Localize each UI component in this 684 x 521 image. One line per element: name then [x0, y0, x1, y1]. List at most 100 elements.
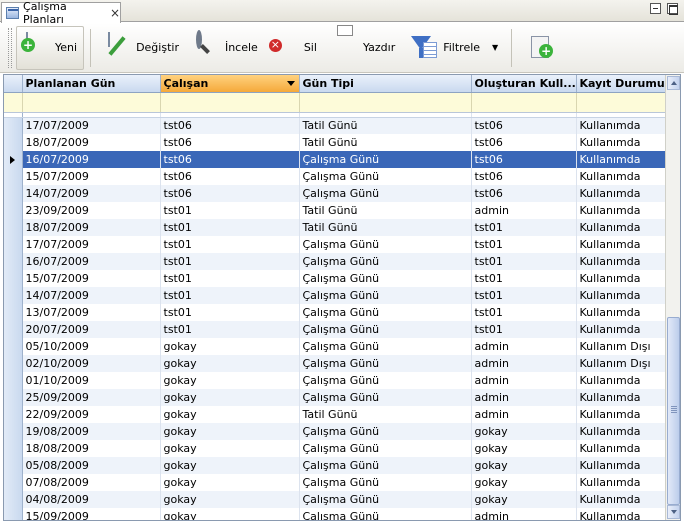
day-type-cell[interactable]: Çalışma Günü	[299, 389, 472, 406]
maximize-icon[interactable]	[667, 3, 678, 15]
employee-cell[interactable]: gokay	[160, 338, 300, 355]
day-type-cell[interactable]: Çalışma Günü	[299, 372, 472, 389]
employee-cell[interactable]: gokay	[160, 372, 300, 389]
row-indicator[interactable]	[4, 117, 23, 134]
planned-day-cell[interactable]: 23/09/2009	[22, 202, 161, 219]
table-row[interactable]: 02/10/2009 gokay Çalışma Günü admin Kullanım…	[4, 355, 667, 372]
planned-day-cell[interactable]: 04/08/2009	[22, 491, 161, 508]
new-button[interactable]: Yeni	[16, 25, 85, 70]
day-type-cell[interactable]: Tatil Günü	[299, 406, 472, 423]
table-row[interactable]: 16/07/2009 tst06 Çalışma Günü tst06 Kullanım…	[4, 151, 667, 168]
employee-cell[interactable]: tst06	[160, 117, 300, 134]
created-by-cell[interactable]: admin	[471, 406, 577, 423]
record-status-cell[interactable]: Kullanımda	[576, 236, 667, 253]
planned-day-cell[interactable]: 16/07/2009	[22, 253, 161, 270]
employee-cell[interactable]: tst06	[160, 185, 300, 202]
employee-cell[interactable]: gokay	[160, 423, 300, 440]
table-row[interactable]: 20/07/2009 tst01 Çalışma Günü tst01 Kullanım…	[4, 321, 667, 338]
planned-day-cell[interactable]: 18/07/2009	[22, 134, 161, 151]
table-row[interactable]: 18/07/2009 tst01 Tatil Günü tst01 Kullanımda	[4, 219, 667, 236]
tab-calisma-planlari[interactable]: Çalışma Planları ×	[1, 0, 121, 26]
row-indicator[interactable]	[4, 457, 23, 474]
day-type-cell[interactable]: Tatil Günü	[299, 202, 472, 219]
created-by-cell[interactable]: admin	[471, 202, 577, 219]
employee-cell[interactable]: tst06	[160, 134, 300, 151]
filter-cell[interactable]	[160, 92, 300, 113]
record-status-cell[interactable]: Kullanımda	[576, 508, 667, 520]
column-header-record-status[interactable]: Kayıt Durumu	[576, 75, 667, 93]
planned-day-cell[interactable]: 07/08/2009	[22, 474, 161, 491]
row-indicator[interactable]	[4, 219, 23, 236]
table-row[interactable]: 22/09/2009 gokay Tatil Günü admin Kullanımda	[4, 406, 667, 423]
close-icon[interactable]: ×	[110, 7, 120, 19]
row-indicator[interactable]	[4, 372, 23, 389]
table-row[interactable]: 13/07/2009 tst01 Çalışma Günü tst01 Kullanım…	[4, 304, 667, 321]
column-header-employee[interactable]: Çalışan	[160, 75, 300, 93]
row-indicator[interactable]	[4, 440, 23, 457]
created-by-cell[interactable]: admin	[471, 508, 577, 520]
record-status-cell[interactable]: Kullanımda	[576, 134, 667, 151]
table-row[interactable]: 04/08/2009 gokay Çalışma Günü gokay Kullanım…	[4, 491, 667, 508]
record-status-cell[interactable]: Kullanım Dışı	[576, 355, 667, 372]
planned-day-cell[interactable]: 17/07/2009	[22, 236, 161, 253]
day-type-cell[interactable]: Çalışma Günü	[299, 338, 472, 355]
day-type-cell[interactable]: Çalışma Günü	[299, 236, 472, 253]
row-indicator[interactable]	[4, 304, 23, 321]
print-button[interactable]: Yazdır	[324, 26, 402, 70]
table-row[interactable]: 01/10/2009 gokay Çalışma Günü admin Kullanım…	[4, 372, 667, 389]
row-indicator[interactable]	[4, 338, 23, 355]
day-type-cell[interactable]: Çalışma Günü	[299, 287, 472, 304]
row-indicator[interactable]	[4, 185, 23, 202]
employee-cell[interactable]: tst01	[160, 219, 300, 236]
created-by-cell[interactable]: tst01	[471, 236, 577, 253]
planned-day-cell[interactable]: 18/07/2009	[22, 219, 161, 236]
view-button[interactable]: İncele	[186, 26, 265, 70]
table-row[interactable]: 14/07/2009 tst06 Çalışma Günü tst06 Kullanım…	[4, 185, 667, 202]
table-row[interactable]: 05/10/2009 gokay Çalışma Günü admin Kullanım…	[4, 338, 667, 355]
planned-day-cell[interactable]: 02/10/2009	[22, 355, 161, 372]
record-status-cell[interactable]: Kullanım Dışı	[576, 338, 667, 355]
column-header-created-by[interactable]: Oluşturan Kull...	[471, 75, 577, 93]
table-row[interactable]: 16/07/2009 tst01 Çalışma Günü tst01 Kullanım…	[4, 253, 667, 270]
record-status-cell[interactable]: Kullanımda	[576, 491, 667, 508]
toolbar-grip[interactable]	[8, 27, 12, 68]
day-type-cell[interactable]: Çalışma Günü	[299, 457, 472, 474]
record-status-cell[interactable]: Kullanımda	[576, 406, 667, 423]
created-by-cell[interactable]: tst06	[471, 117, 577, 134]
row-indicator[interactable]	[4, 134, 23, 151]
record-status-cell[interactable]: Kullanımda	[576, 389, 667, 406]
created-by-cell[interactable]: tst01	[471, 321, 577, 338]
employee-cell[interactable]: gokay	[160, 457, 300, 474]
table-row[interactable]: 18/08/2009 gokay Çalışma Günü gokay Kullanım…	[4, 440, 667, 457]
record-status-cell[interactable]: Kullanımda	[576, 474, 667, 491]
planned-day-cell[interactable]: 13/07/2009	[22, 304, 161, 321]
created-by-cell[interactable]: admin	[471, 338, 577, 355]
day-type-cell[interactable]: Çalışma Günü	[299, 168, 472, 185]
record-status-cell[interactable]: Kullanımda	[576, 117, 667, 134]
column-header-planned-day[interactable]: Planlanan Gün	[22, 75, 161, 93]
row-indicator[interactable]	[4, 168, 23, 185]
row-indicator[interactable]	[4, 321, 23, 338]
minimize-icon[interactable]	[650, 3, 661, 14]
planned-day-cell[interactable]: 15/09/2009	[22, 508, 161, 520]
planned-day-cell[interactable]: 14/07/2009	[22, 287, 161, 304]
created-by-cell[interactable]: admin	[471, 372, 577, 389]
table-row[interactable]: 18/07/2009 tst06 Tatil Günü tst06 Kullanımda	[4, 134, 667, 151]
planned-day-cell[interactable]: 25/09/2009	[22, 389, 161, 406]
day-type-cell[interactable]: Çalışma Günü	[299, 253, 472, 270]
employee-cell[interactable]: tst01	[160, 270, 300, 287]
created-by-cell[interactable]: admin	[471, 389, 577, 406]
employee-cell[interactable]: gokay	[160, 406, 300, 423]
employee-cell[interactable]: tst01	[160, 202, 300, 219]
employee-cell[interactable]: gokay	[160, 389, 300, 406]
day-type-cell[interactable]: Tatil Günü	[299, 117, 472, 134]
row-indicator[interactable]	[4, 474, 23, 491]
employee-cell[interactable]: tst01	[160, 321, 300, 338]
record-status-cell[interactable]: Kullanımda	[576, 423, 667, 440]
created-by-cell[interactable]: tst06	[471, 185, 577, 202]
planned-day-cell[interactable]: 15/07/2009	[22, 168, 161, 185]
day-type-cell[interactable]: Çalışma Günü	[299, 440, 472, 457]
row-indicator[interactable]	[4, 508, 23, 520]
vertical-scrollbar[interactable]	[665, 75, 680, 520]
record-status-cell[interactable]: Kullanımda	[576, 185, 667, 202]
